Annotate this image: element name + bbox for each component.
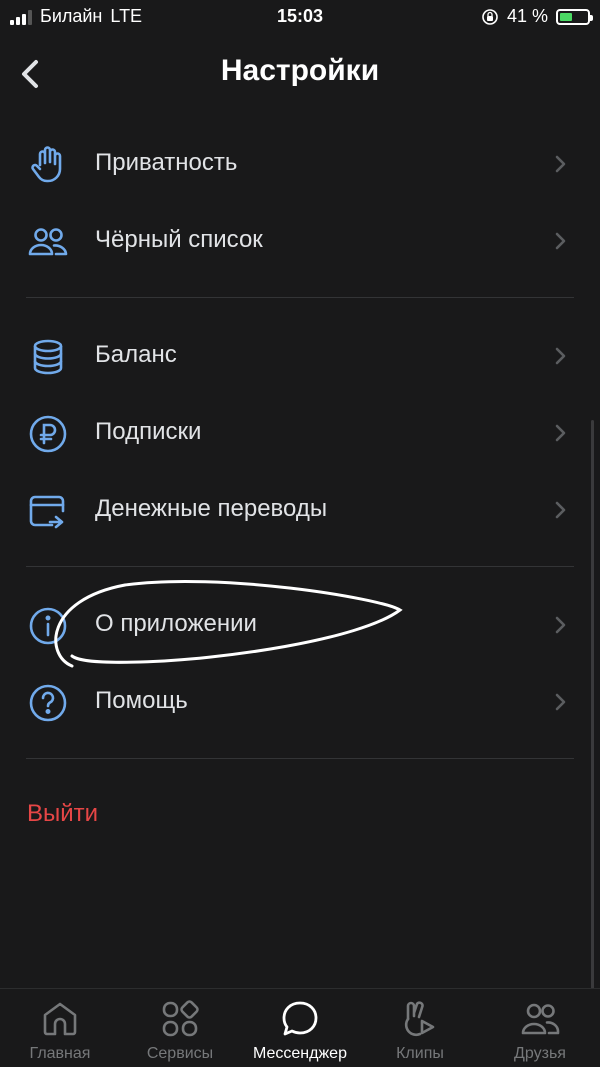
friends-icon xyxy=(521,1003,560,1035)
tab-label: Друзья xyxy=(514,1045,566,1062)
hand-drawn-circle-annotation xyxy=(54,579,403,668)
tab-bar: Главная Сервисы Мессенджер Клипы Друзья xyxy=(0,988,600,1067)
messenger-icon xyxy=(282,1001,318,1036)
tab-clips[interactable]: Клипы xyxy=(360,989,480,1067)
scrollbar[interactable] xyxy=(591,420,594,990)
tab-home[interactable]: Главная xyxy=(0,989,120,1067)
home-icon xyxy=(43,1002,77,1036)
tab-services[interactable]: Сервисы xyxy=(120,989,240,1067)
clips-icon xyxy=(404,1001,435,1036)
tab-messenger[interactable]: Мессенджер xyxy=(240,989,360,1067)
tab-label: Сервисы xyxy=(146,1045,214,1062)
services-icon xyxy=(162,1000,199,1037)
tab-friends[interactable]: Друзья xyxy=(480,989,600,1067)
tab-label: Клипы xyxy=(396,1045,444,1062)
tab-label: Мессенджер xyxy=(253,1045,347,1062)
tab-label: Главная xyxy=(29,1045,91,1062)
